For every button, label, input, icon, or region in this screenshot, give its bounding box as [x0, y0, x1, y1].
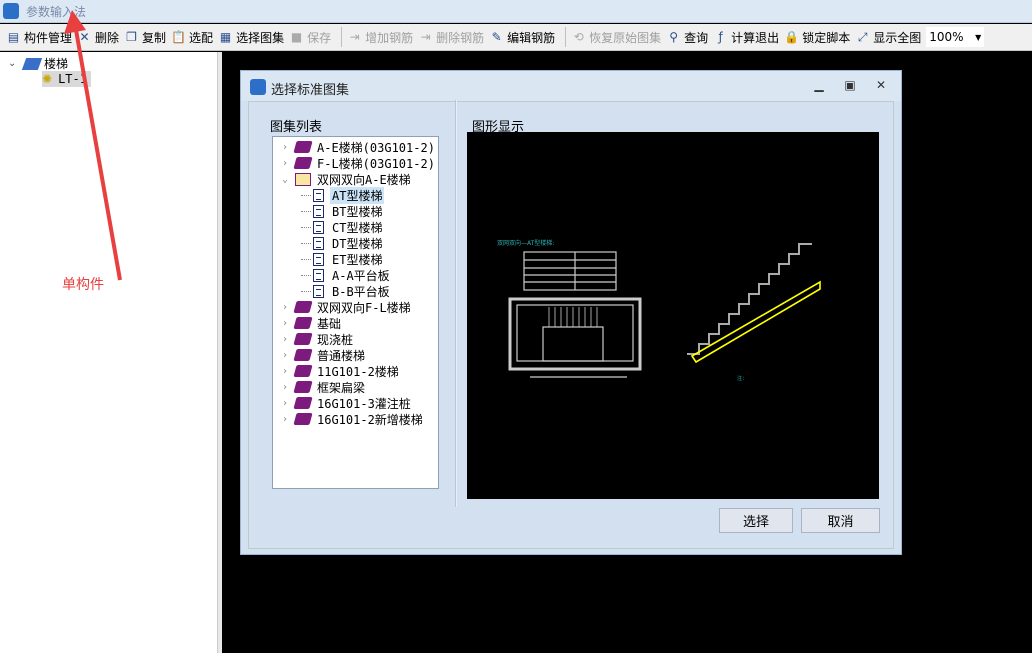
annotation-arrow: [64, 10, 122, 281]
annotation-label: 单构件: [62, 277, 104, 293]
